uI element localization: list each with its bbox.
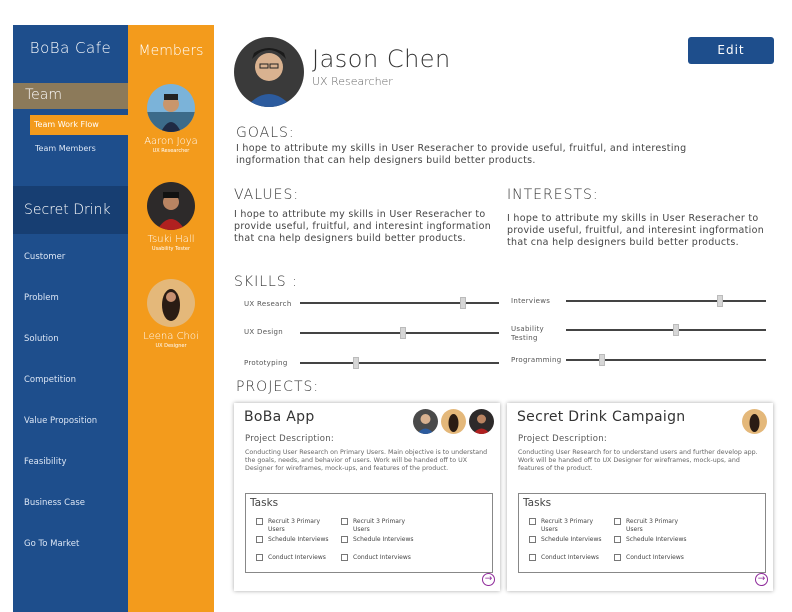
slider-thumb[interactable] [599,354,605,366]
nav-problem[interactable]: Problem [24,293,59,303]
skill-label: Usability Testing [511,325,544,342]
avatar [441,409,466,434]
nav-competition[interactable]: Competition [24,375,76,385]
skills-heading: SKILLS : [234,274,298,290]
task-checkbox[interactable]: Conduct Interviews [529,554,609,562]
skill-slider[interactable] [300,357,499,369]
task-checkbox[interactable]: Schedule Interviews [614,536,694,544]
member-name: Leena Choi [143,331,199,342]
nav-business-case[interactable]: Business Case [24,498,85,508]
project-description: Conducting User Research on Primary User… [245,449,488,472]
member-role: UX Designer [155,343,187,349]
tasks-title: Tasks [523,497,552,509]
task-checkbox[interactable]: Conduct Interviews [341,554,421,562]
slider-thumb[interactable] [400,327,407,339]
slider-thumb[interactable] [352,357,359,369]
slider-thumb[interactable] [717,295,723,307]
skill-label: Interviews [511,297,551,305]
task-checkbox[interactable]: Conduct Interviews [256,554,336,562]
member-role: UX Researcher [152,148,190,154]
avatar[interactable] [147,279,195,327]
members-panel: Members Aaron Joya UX Researcher Tsuki H… [128,25,214,612]
skill-slider[interactable] [300,327,499,339]
interests-text: I hope to attribute my skills in User Re… [507,213,765,248]
profile-name: Jason Chen [312,45,451,73]
avatar[interactable] [147,84,195,132]
tasks-title: Tasks [250,497,279,509]
skill-label: UX Design [244,328,284,336]
nav-secret-drink[interactable]: Secret Drink [13,186,128,234]
goals-text: I hope to attribute my skills in User Re… [236,143,687,166]
project-description: Conducting User Research for to understa… [518,449,758,472]
projects-heading: PROJECTS: [236,379,320,395]
task-checkbox[interactable]: Conduct Interviews [614,554,694,562]
avatar [413,409,438,434]
project-members [742,409,767,434]
tasks-box: Tasks Recruit 3 Primary Users Recruit 3 … [518,493,766,573]
member-role: Usability Tester [151,246,191,252]
skill-label: Programming [511,356,562,364]
member-tsuki[interactable]: Tsuki Hall Usability Tester [128,182,214,252]
edit-button[interactable]: Edit [688,37,774,64]
nav-team[interactable]: Team [13,83,128,109]
project-description-label: Project Description: [245,434,335,444]
project-title[interactable]: BoBa App [244,409,315,425]
app-brand[interactable]: BoBa Cafe [13,39,128,57]
nav-customer[interactable]: Customer [24,252,65,262]
skill-slider[interactable] [566,324,766,336]
nav-team-work-flow[interactable]: Team Work Flow [30,115,128,135]
project-title[interactable]: Secret Drink Campaign [517,409,685,425]
project-card-boba-app[interactable]: BoBa App Project Description: Conducting… [234,403,500,591]
project-card-secret-drink[interactable]: Secret Drink Campaign Project Descriptio… [507,403,773,591]
profile-avatar [234,37,304,107]
member-name: Tsuki Hall [147,234,195,245]
slider-thumb[interactable] [460,297,467,309]
member-leena[interactable]: Leena Choi UX Designer [128,279,214,349]
member-aaron[interactable]: Aaron Joya UX Researcher [128,84,214,154]
task-checkbox[interactable]: Recruit 3 Primary Users [341,518,421,534]
sidebar: BoBa Cafe Team Team Work Flow Team Membe… [13,25,128,612]
skill-label: UX Research [244,300,292,308]
skill-slider[interactable] [566,295,766,307]
members-title: Members [138,43,204,59]
task-checkbox[interactable]: Schedule Interviews [529,536,609,544]
nav-value-proposition[interactable]: Value Proposition [24,416,97,426]
arrow-right-icon[interactable]: → [755,573,768,586]
skill-label: Prototyping [244,359,288,367]
nav-feasibility[interactable]: Feasibility [24,457,67,467]
arrow-right-icon[interactable]: → [482,573,495,586]
nav-team-members[interactable]: Team Members [35,144,96,153]
nav-solution[interactable]: Solution [24,334,59,344]
member-name: Aaron Joya [144,136,198,147]
task-checkbox[interactable]: Schedule Interviews [256,536,336,544]
task-checkbox[interactable]: Schedule Interviews [341,536,421,544]
project-members [413,409,494,434]
avatar [469,409,494,434]
goals-heading: GOALS: [236,125,295,141]
project-description-label: Project Description: [518,434,608,444]
avatar[interactable] [147,182,195,230]
tasks-box: Tasks Recruit 3 Primary Users Recruit 3 … [245,493,493,573]
slider-thumb[interactable] [673,324,679,336]
values-text: I hope to attribute my skills in User Re… [234,209,492,244]
avatar [742,409,767,434]
skill-slider[interactable] [566,354,766,366]
task-checkbox[interactable]: Recruit 3 Primary Users [256,518,336,534]
nav-go-to-market[interactable]: Go To Market [24,539,79,549]
interests-heading: INTERESTS: [507,187,599,203]
task-checkbox[interactable]: Recruit 3 Primary Users [529,518,609,534]
profile-role: UX Researcher [312,75,393,88]
skill-slider[interactable] [300,297,499,309]
values-heading: VALUES: [234,187,300,203]
task-checkbox[interactable]: Recruit 3 Primary Users [614,518,694,534]
